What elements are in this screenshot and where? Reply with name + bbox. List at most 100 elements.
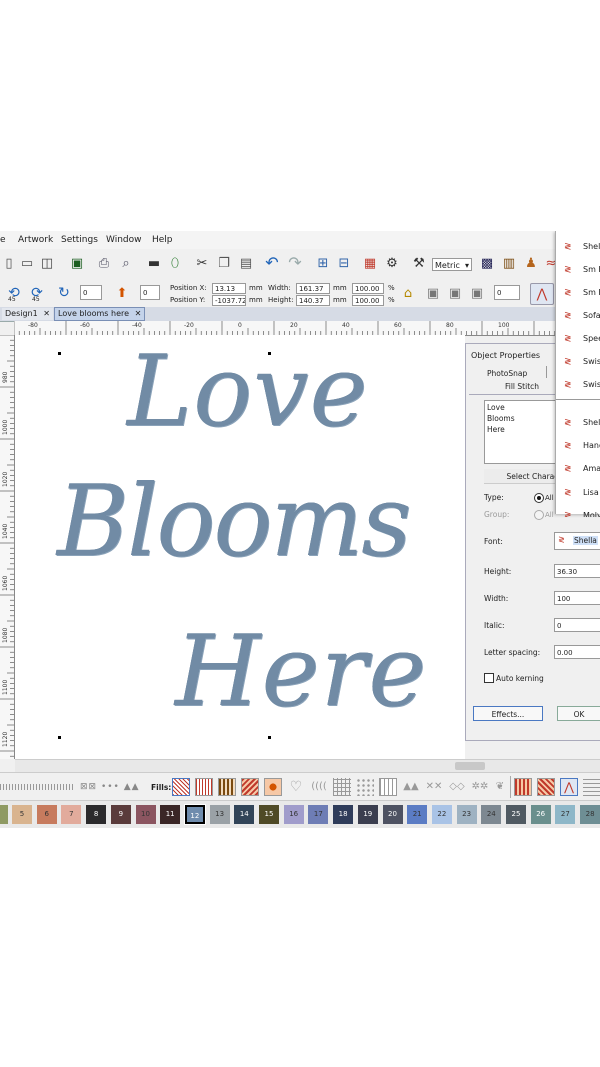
thread-color-chip[interactable]: 27 xyxy=(555,805,576,824)
type-all-radio[interactable] xyxy=(534,493,544,503)
more-stitch-swatch[interactable] xyxy=(583,778,600,796)
export-icon[interactable]: ⊟ xyxy=(335,254,353,272)
print-icon[interactable]: ⎙ xyxy=(95,254,113,272)
thread-color-chip[interactable]: 24 xyxy=(481,805,502,824)
thread-color-chip[interactable]: 18 xyxy=(333,805,354,824)
new-file-icon[interactable]: ▯ xyxy=(0,254,18,272)
menu-edit[interactable]: e xyxy=(0,235,6,245)
font-list-item[interactable]: ≷Sm H xyxy=(556,259,600,281)
close-icon[interactable]: ✕ xyxy=(135,309,142,318)
sewing-machine-icon[interactable]: ▬ xyxy=(145,254,163,272)
slant-icon[interactable]: ⬆ xyxy=(113,284,131,302)
width-percent-field[interactable]: 100.00 xyxy=(352,283,384,294)
thread-color-chip[interactable]: 15 xyxy=(259,805,279,824)
design-canvas[interactable]: Love Blooms Here xyxy=(15,335,465,759)
horizontal-scrollbar[interactable] xyxy=(15,759,600,772)
motif-stitch-icons[interactable]: ⊠⊠ ••• ▲▲ xyxy=(80,782,140,792)
wave-fill-swatch[interactable]: (((( xyxy=(310,778,328,796)
color-chip-partial[interactable] xyxy=(0,805,8,824)
units-select[interactable]: Metric ▾ xyxy=(432,258,472,271)
font-list-item[interactable]: ≷Swiss xyxy=(556,351,600,373)
thread-color-chip[interactable]: 7 xyxy=(61,805,82,824)
menu-artwork[interactable]: Artwork xyxy=(18,235,53,245)
tile-fill-swatch[interactable] xyxy=(379,778,397,796)
thread-color-chip[interactable]: 20 xyxy=(382,805,403,824)
angle-field[interactable]: 0 xyxy=(80,285,102,300)
align-icon[interactable]: ▣ xyxy=(424,284,442,302)
dot-fill-swatch[interactable] xyxy=(356,778,374,796)
thread-color-chip[interactable]: 10 xyxy=(135,805,156,824)
tab-love-blooms-here[interactable]: Love blooms here ✕ xyxy=(54,307,146,321)
font-list-item[interactable]: ≷Sm F xyxy=(556,282,600,304)
triangle-fill-swatch[interactable]: ▲▲ xyxy=(402,778,420,796)
height-field[interactable]: 140.37 xyxy=(296,295,330,306)
scroll-thumb[interactable] xyxy=(455,762,485,770)
effects-button[interactable]: Effects... xyxy=(473,706,543,721)
thread-color-chip[interactable]: 13 xyxy=(209,805,230,824)
menu-settings[interactable]: Settings xyxy=(61,235,98,245)
height-field[interactable]: 36.30 xyxy=(554,564,600,578)
design-text-line-1[interactable]: Love xyxy=(127,335,368,449)
width-field[interactable]: 100 xyxy=(554,591,600,605)
font-list-item[interactable]: ≷Shell xyxy=(556,412,600,434)
selection-handle[interactable] xyxy=(268,736,271,739)
tools-icon[interactable]: ⚒ xyxy=(410,254,428,272)
thread-color-chip[interactable]: 11 xyxy=(160,805,181,824)
open-folder-icon[interactable]: ▭ xyxy=(18,254,36,272)
save-icon[interactable]: ▣ xyxy=(68,254,86,272)
thread-color-chip[interactable]: 23 xyxy=(456,805,477,824)
stitch-wave-icon[interactable]: ⋀ xyxy=(530,283,554,305)
zigzag-stitch-swatch[interactable] xyxy=(537,778,555,796)
thread-color-chip[interactable]: 19 xyxy=(357,805,378,824)
position-y-field[interactable]: -1037.72 xyxy=(212,295,246,306)
layers-icon[interactable]: ▦ xyxy=(361,254,379,272)
fill-pattern-swatch[interactable] xyxy=(241,778,259,796)
line-stitch-icons[interactable] xyxy=(0,784,75,790)
italic-field[interactable]: 0 xyxy=(554,618,600,632)
satin-stitch-swatch[interactable] xyxy=(514,778,532,796)
thread-color-chip[interactable]: 14 xyxy=(234,805,255,824)
thread-color-chip[interactable]: 9 xyxy=(110,805,131,824)
tab-fill-stitch[interactable]: Fill Stitch xyxy=(505,382,539,391)
print-preview-icon[interactable]: ⌕ xyxy=(117,254,135,272)
menu-help[interactable]: Help xyxy=(152,235,173,245)
thread-color-chip[interactable]: 22 xyxy=(431,805,452,824)
cross-fill-swatch[interactable]: ✕✕ xyxy=(425,778,443,796)
selection-handle[interactable] xyxy=(58,352,61,355)
font-list-item[interactable]: ≷Hand xyxy=(556,435,600,457)
group-icon[interactable]: ▣ xyxy=(468,284,486,302)
thread-color-chip[interactable]: 17 xyxy=(308,805,329,824)
grid-fill-swatch[interactable] xyxy=(333,778,351,796)
open-camera-icon[interactable]: ◫ xyxy=(38,254,56,272)
thread-color-chip[interactable]: 21 xyxy=(407,805,428,824)
distribute-icon[interactable]: ▣ xyxy=(446,284,464,302)
font-list-item[interactable]: ≷ Moly xyxy=(556,505,600,517)
heart-fill-swatch[interactable]: ♡ xyxy=(287,778,305,796)
leaf-fill-swatch[interactable]: ❦ xyxy=(491,778,509,796)
thread-color-chip[interactable]: 12 xyxy=(183,804,206,825)
thread-color-chip[interactable]: 6 xyxy=(36,805,57,824)
slant-field[interactable]: 0 xyxy=(140,285,160,300)
letter-spacing-field[interactable]: 0.00 xyxy=(554,645,600,659)
thread-color-chip[interactable]: 28 xyxy=(580,805,600,824)
design-text-line-3[interactable]: Here xyxy=(175,615,427,729)
font-list-item[interactable]: ≷ Sofa xyxy=(556,305,600,327)
fill-pattern-swatch[interactable] xyxy=(172,778,190,796)
height-percent-field[interactable]: 100.00 xyxy=(352,295,384,306)
font-list-item[interactable]: ≷Spee xyxy=(556,328,600,350)
position-x-field[interactable]: 13.13 xyxy=(212,283,246,294)
spacing-field[interactable]: 0 xyxy=(494,285,520,300)
import-icon[interactable]: ⊞ xyxy=(314,254,332,272)
wave-stitch-swatch[interactable]: ⋀ xyxy=(560,778,578,796)
font-list-item[interactable]: ≷Shell xyxy=(556,236,600,258)
stamp-icon[interactable]: ♟ xyxy=(522,254,540,272)
mouse-icon[interactable]: ⬯ xyxy=(166,254,184,272)
paste-icon[interactable]: ▤ xyxy=(237,254,255,272)
star-fill-swatch[interactable]: ✲✲ xyxy=(471,778,489,796)
group-all-radio[interactable] xyxy=(534,510,544,520)
copy-icon[interactable]: ❐ xyxy=(215,254,233,272)
width-field[interactable]: 161.37 xyxy=(296,283,330,294)
tab-design1[interactable]: Design1 ✕ xyxy=(2,308,53,320)
menu-window[interactable]: Window xyxy=(106,235,142,245)
close-icon[interactable]: ✕ xyxy=(43,309,50,318)
